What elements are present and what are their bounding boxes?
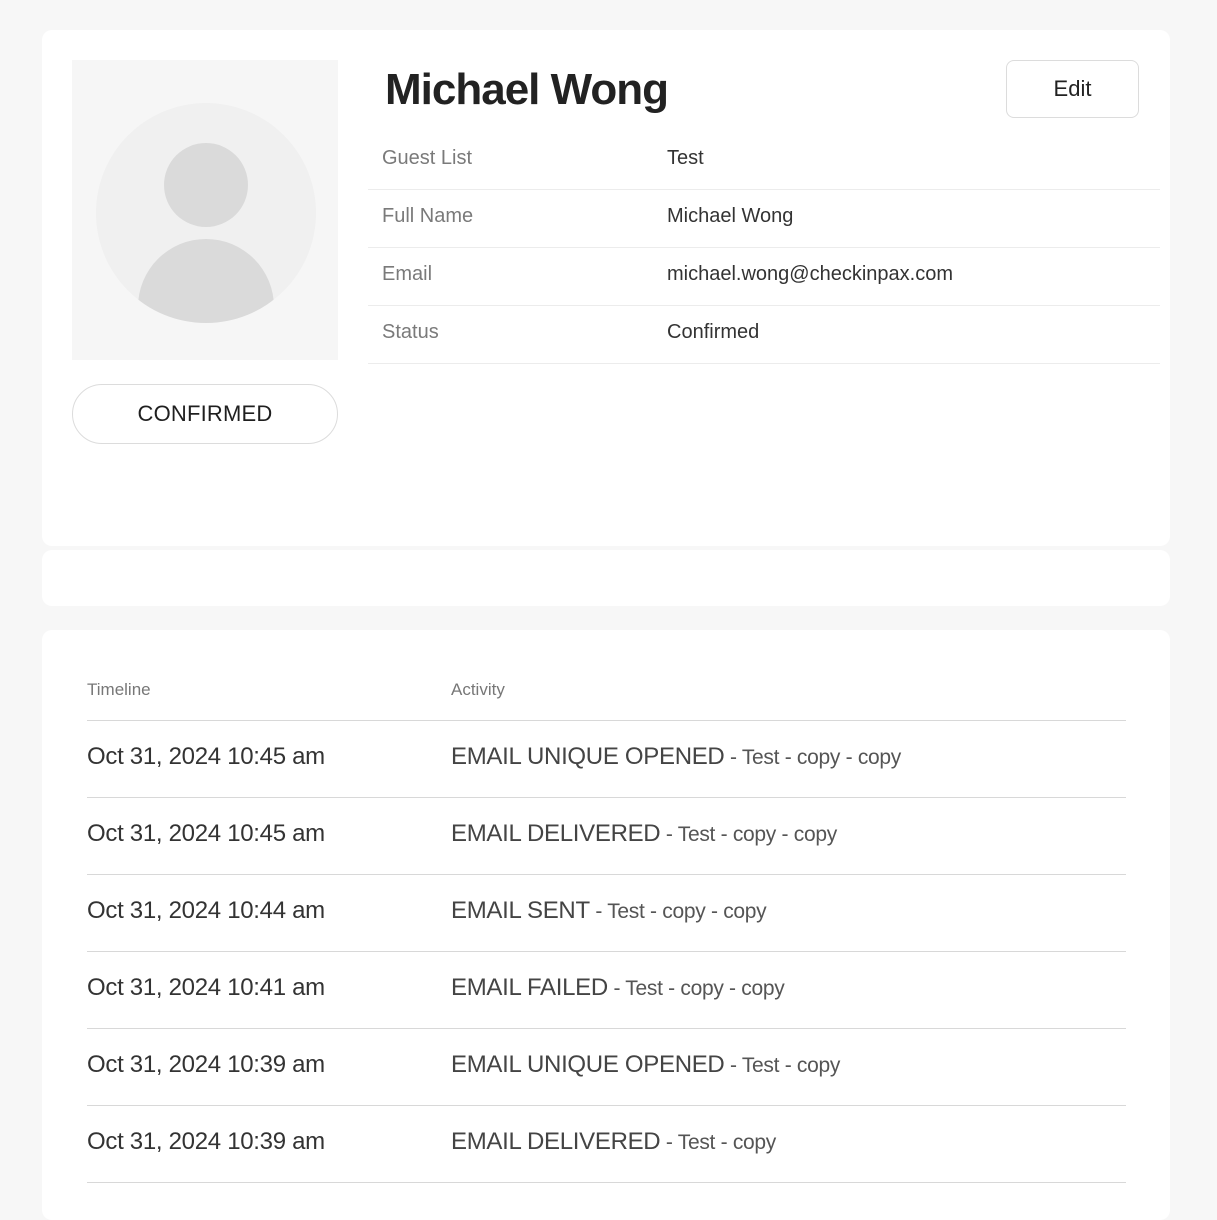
activity-event: EMAIL UNIQUE OPENED (451, 743, 725, 770)
row-activity: EMAIL DELIVERED - Test - copy (451, 1128, 776, 1156)
row-timestamp: Oct 31, 2024 10:41 am (87, 974, 325, 1001)
activity-detail: - Test - copy - copy (660, 823, 837, 846)
row-timestamp: Oct 31, 2024 10:44 am (87, 897, 325, 924)
activity-detail: - Test - copy - copy (724, 746, 902, 769)
timeline-header: Timeline Activity (87, 670, 1126, 721)
timeline-list: Oct 31, 2024 10:45 am EMAIL UNIQUE OPENE… (87, 721, 1126, 1183)
table-row: Oct 31, 2024 10:39 am EMAIL DELIVERED - … (87, 1106, 1126, 1183)
row-timestamp: Oct 31, 2024 10:39 am (87, 1051, 325, 1078)
table-row: Oct 31, 2024 10:41 am EMAIL FAILED - Tes… (87, 952, 1126, 1029)
user-placeholder-icon (96, 103, 316, 323)
detail-label: Status (382, 321, 439, 343)
activity-detail: - Test - copy - copy (589, 900, 767, 923)
detail-label: Guest List (382, 147, 473, 169)
activity-event: EMAIL DELIVERED (451, 820, 661, 847)
table-row: Oct 31, 2024 10:39 am EMAIL UNIQUE OPENE… (87, 1029, 1126, 1106)
detail-label: Full Name (382, 205, 474, 227)
activity-event: EMAIL DELIVERED (451, 1128, 661, 1155)
table-row: Oct 31, 2024 10:45 am EMAIL DELIVERED - … (87, 798, 1126, 875)
activity-detail: - Test - copy (660, 1131, 776, 1154)
avatar-body-shape (138, 239, 274, 323)
empty-section (42, 550, 1170, 606)
column-header-activity: Activity (451, 680, 505, 699)
row-activity: EMAIL DELIVERED - Test - copy - copy (451, 820, 837, 848)
table-row: Oct 31, 2024 10:44 am EMAIL SENT - Test … (87, 875, 1126, 952)
profile-card: CONFIRMED Michael Wong Edit Guest List T… (42, 30, 1170, 546)
row-activity: EMAIL UNIQUE OPENED - Test - copy (451, 1051, 840, 1079)
activity-event: EMAIL FAILED (451, 974, 608, 1001)
status-badge: CONFIRMED (72, 384, 338, 444)
detail-row-guest-list: Guest List Test (368, 132, 1160, 190)
edit-button[interactable]: Edit (1006, 60, 1139, 118)
detail-row-status: Status Confirmed (368, 306, 1160, 364)
table-row: Oct 31, 2024 10:45 am EMAIL UNIQUE OPENE… (87, 721, 1126, 798)
row-timestamp: Oct 31, 2024 10:39 am (87, 1128, 325, 1155)
column-header-timeline: Timeline (87, 680, 151, 699)
page-title: Michael Wong (385, 65, 669, 114)
detail-label: Email (382, 263, 433, 285)
row-activity: EMAIL FAILED - Test - copy - copy (451, 974, 785, 1002)
row-timestamp: Oct 31, 2024 10:45 am (87, 820, 325, 847)
detail-row-full-name: Full Name Michael Wong (368, 190, 1160, 248)
row-timestamp: Oct 31, 2024 10:45 am (87, 743, 325, 770)
detail-value: Confirmed (667, 321, 760, 343)
row-activity: EMAIL UNIQUE OPENED - Test - copy - copy (451, 743, 901, 771)
detail-value: Test (667, 147, 704, 169)
activity-detail: - Test - copy (724, 1054, 841, 1077)
timeline-card: Timeline Activity Oct 31, 2024 10:45 am … (42, 630, 1170, 1220)
details-list: Guest List Test Full Name Michael Wong E… (368, 132, 1160, 364)
activity-detail: - Test - copy - copy (607, 977, 785, 1000)
row-activity: EMAIL SENT - Test - copy - copy (451, 897, 767, 925)
avatar-head-shape (164, 143, 248, 227)
detail-value: Michael Wong (667, 205, 794, 227)
detail-row-email: Email michael.wong@checkinpax.com (368, 248, 1160, 306)
detail-value: michael.wong@checkinpax.com (667, 263, 953, 285)
avatar (72, 60, 338, 360)
activity-event: EMAIL UNIQUE OPENED (451, 1051, 725, 1078)
activity-event: EMAIL SENT (451, 897, 590, 924)
